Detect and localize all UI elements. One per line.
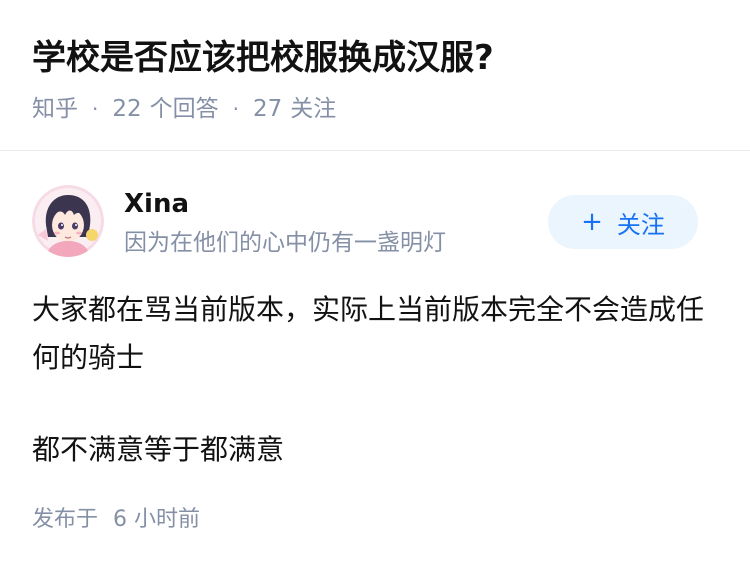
zhihu-answer-page: 学校是否应该把校服换成汉服? 知乎 · 22 个回答 · 27 关注 Xina …	[0, 0, 750, 570]
answer-paragraph: 都不满意等于都满意	[32, 433, 285, 466]
meta-separator: ·	[232, 97, 239, 121]
answer-content: 大家都在骂当前版本，实际上当前版本完全不会造成任何的骑士 都不满意等于都满意	[32, 286, 712, 474]
follower-count: 27	[253, 96, 283, 122]
section-divider	[0, 150, 750, 151]
publish-time-value: 6 小时前	[113, 507, 201, 532]
meta-separator: ·	[92, 97, 99, 121]
author-bio: 因为在他们的心中仍有一盏明灯	[124, 230, 446, 256]
question-title[interactable]: 学校是否应该把校服换成汉服?	[32, 34, 494, 82]
answer-count-unit[interactable]: 个回答	[150, 92, 219, 126]
follower-count-unit: 关注	[290, 96, 337, 122]
answer-count: 22	[112, 96, 142, 122]
answer-paragraph: 大家都在骂当前版本，实际上当前版本完全不会造成任何的骑士	[32, 293, 705, 374]
follow-button-label: 关注	[616, 210, 665, 239]
follow-button[interactable]: + 关注	[548, 195, 698, 249]
publish-label: 发布于	[32, 507, 99, 532]
author-avatar[interactable]	[32, 185, 104, 257]
author-name[interactable]: Xina	[124, 186, 189, 222]
plus-icon: +	[581, 207, 603, 237]
anime-avatar-icon	[32, 185, 104, 257]
question-header: 学校是否应该把校服换成汉服? 知乎 · 22 个回答 · 27 关注	[0, 0, 750, 150]
source-label[interactable]: 知乎	[32, 92, 78, 126]
publish-time: 发布于 6 小时前	[32, 503, 200, 537]
question-meta: 知乎 · 22 个回答 · 27 关注	[32, 92, 336, 126]
